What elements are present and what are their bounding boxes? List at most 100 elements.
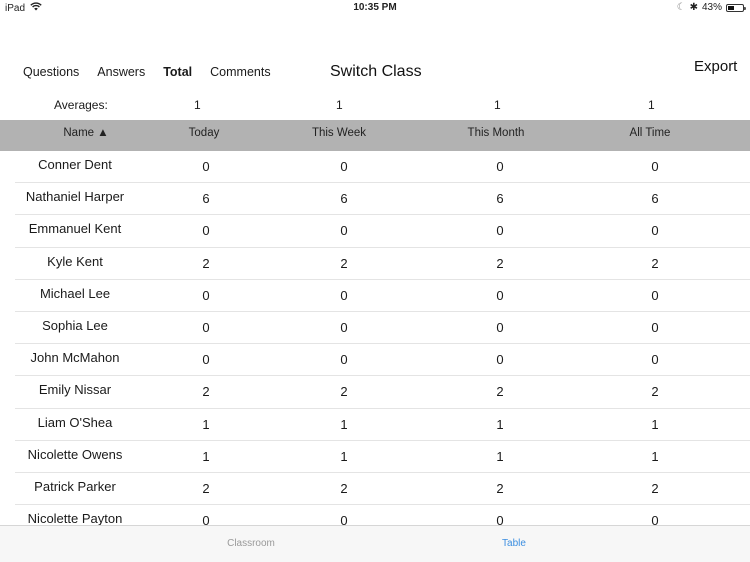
- status-right: ☾ ✱ 43%: [676, 2, 746, 13]
- cell-all-time: 0: [651, 352, 659, 368]
- cell-this-month: 0: [496, 287, 504, 303]
- cell-all-time: 0: [651, 223, 659, 239]
- segment-answers[interactable]: Answers: [97, 65, 145, 79]
- cell-today: 0: [202, 513, 210, 525]
- table-body[interactable]: Conner Dent 0 0 0 0 Nathaniel Harper 6 6…: [0, 151, 750, 525]
- column-header-this-week[interactable]: This Week: [312, 127, 366, 139]
- cell-this-week: 0: [340, 319, 348, 335]
- table-row[interactable]: Kyle Kent 2 2 2 2: [0, 248, 750, 280]
- metric-segmented-control: Questions Answers Total Comments: [23, 65, 289, 79]
- cell-this-month: 2: [496, 255, 504, 271]
- cell-all-time: 0: [651, 287, 659, 303]
- cell-this-month: 6: [496, 191, 504, 207]
- cell-this-month: 1: [496, 448, 504, 464]
- segment-questions[interactable]: Questions: [23, 65, 79, 79]
- cell-this-month: 0: [496, 159, 504, 174]
- tab-table[interactable]: Table: [502, 538, 526, 549]
- cell-this-month: 0: [496, 223, 504, 239]
- switch-class-button[interactable]: Switch Class: [330, 63, 422, 81]
- column-header-today[interactable]: Today: [189, 127, 220, 139]
- cell-this-month: 0: [496, 352, 504, 368]
- student-name: Liam O'Shea: [37, 414, 113, 430]
- battery-fill: [728, 5, 735, 10]
- battery-icon: [726, 3, 746, 12]
- cell-this-month: 0: [496, 513, 504, 525]
- cell-all-time: 1: [651, 416, 659, 432]
- cell-this-week: 1: [340, 448, 348, 464]
- average-this-month: 1: [494, 98, 501, 112]
- cell-this-month: 1: [496, 416, 504, 432]
- table-row[interactable]: Nathaniel Harper 6 6 6 6: [0, 183, 750, 216]
- student-name: Michael Lee: [39, 285, 111, 301]
- segment-total[interactable]: Total: [163, 65, 192, 79]
- cell-today: 0: [202, 287, 210, 303]
- cell-today: 2: [202, 255, 210, 271]
- cell-today: 1: [202, 416, 210, 432]
- table-row[interactable]: Patrick Parker 2 2 2 2: [0, 473, 750, 506]
- table-row[interactable]: Emily Nissar 2 2 2 2: [0, 376, 750, 409]
- student-name: Nicolette Owens: [27, 446, 123, 462]
- table-row[interactable]: John McMahon 0 0 0 0: [0, 344, 750, 377]
- student-name: Conner Dent: [38, 157, 112, 172]
- table-row[interactable]: Conner Dent 0 0 0 0: [0, 151, 750, 184]
- student-name: Nathaniel Harper: [25, 189, 125, 205]
- cell-this-month: 2: [496, 480, 504, 496]
- moon-icon: ☾: [676, 2, 686, 13]
- cell-this-week: 0: [340, 352, 348, 368]
- student-name: Patrick Parker: [34, 478, 116, 494]
- column-header-this-month[interactable]: This Month: [468, 127, 525, 139]
- average-this-week: 1: [336, 98, 343, 112]
- student-name: Emily Nissar: [38, 382, 112, 398]
- average-all-time: 1: [648, 98, 655, 112]
- student-name: Emmanuel Kent: [28, 221, 122, 237]
- cell-today: 6: [202, 191, 210, 207]
- cell-today: 2: [202, 480, 210, 496]
- student-name: Nicolette Payton: [27, 511, 123, 525]
- table-row[interactable]: Sophia Lee 0 0 0 0: [0, 312, 750, 345]
- status-time: 10:35 PM: [353, 2, 397, 13]
- export-button[interactable]: Export: [694, 58, 737, 75]
- cell-this-week: 0: [340, 223, 348, 239]
- cell-all-time: 0: [651, 159, 659, 174]
- cell-all-time: 6: [651, 191, 659, 207]
- averages-row: Averages: 1 1 1 1: [0, 98, 750, 114]
- cell-all-time: 2: [651, 255, 659, 271]
- average-today: 1: [194, 98, 201, 112]
- column-header-all-time[interactable]: All Time: [630, 127, 671, 139]
- cell-today: 0: [202, 223, 210, 239]
- battery-percent: 43%: [701, 2, 722, 13]
- cell-all-time: 1: [651, 448, 659, 464]
- cell-this-week: 0: [340, 513, 348, 525]
- student-name: Kyle Kent: [47, 253, 103, 269]
- cell-today: 0: [202, 352, 210, 368]
- table-row[interactable]: Michael Lee 0 0 0 0: [0, 280, 750, 313]
- cell-all-time: 0: [651, 319, 659, 335]
- cell-today: 0: [202, 319, 210, 335]
- battery-tip: [744, 6, 746, 10]
- cell-this-month: 2: [496, 384, 504, 400]
- table-row[interactable]: Nicolette Payton 0 0 0 0: [0, 505, 750, 525]
- segment-comments[interactable]: Comments: [210, 65, 270, 79]
- cell-this-week: 0: [340, 159, 348, 174]
- tab-classroom[interactable]: Classroom: [227, 538, 275, 549]
- table-row[interactable]: Liam O'Shea 1 1 1 1: [0, 409, 750, 441]
- cell-today: 1: [202, 448, 210, 464]
- cell-all-time: 0: [651, 513, 659, 525]
- student-name: Sophia Lee: [42, 317, 108, 333]
- cell-this-week: 6: [340, 191, 348, 207]
- averages-label: Averages:: [54, 98, 108, 112]
- status-bar: iPad 10:35 PM ☾ ✱ 43%: [0, 0, 750, 16]
- table-row[interactable]: Nicolette Owens 1 1 1 1: [0, 441, 750, 474]
- column-header-name[interactable]: Name ▲: [63, 127, 108, 139]
- cell-this-month: 0: [496, 319, 504, 335]
- student-name: John McMahon: [30, 350, 120, 366]
- cell-all-time: 2: [651, 480, 659, 496]
- bluetooth-icon: ✱: [689, 2, 698, 13]
- cell-today: 0: [202, 159, 210, 174]
- cell-this-week: 2: [340, 384, 348, 400]
- cell-this-week: 2: [340, 255, 348, 271]
- table-header: Name ▲ Today This Week This Month All Ti…: [0, 120, 750, 151]
- cell-all-time: 2: [651, 384, 659, 400]
- table-row[interactable]: Emmanuel Kent 0 0 0 0: [0, 215, 750, 248]
- cell-this-week: 0: [340, 287, 348, 303]
